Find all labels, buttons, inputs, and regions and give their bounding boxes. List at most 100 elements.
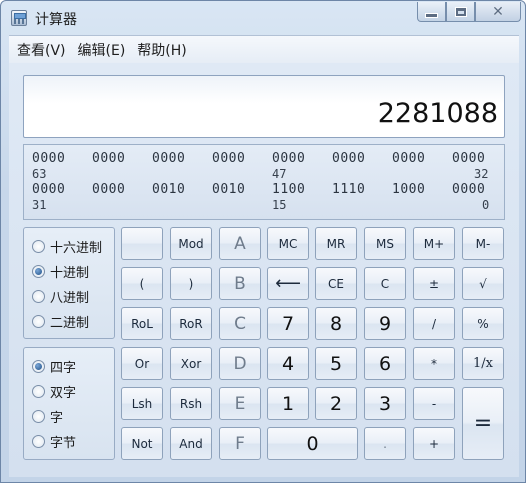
mr-button[interactable]: MR	[315, 227, 357, 260]
radio-label: 十进制	[50, 266, 90, 281]
radio-dec[interactable]: 十进制	[32, 262, 89, 281]
right-paren-button[interactable]: )	[170, 267, 212, 300]
menu-edit[interactable]: 编辑(E)	[78, 40, 126, 60]
left-paren-button[interactable]: (	[121, 267, 163, 300]
percent-button[interactable]: %	[462, 307, 504, 340]
decimal-button[interactable]: .	[364, 427, 406, 460]
digit-5-button[interactable]: 5	[315, 347, 357, 380]
radio-button-icon	[32, 290, 45, 303]
digit-2-button[interactable]: 2	[315, 387, 357, 420]
reciprocal-button[interactable]: 1/x	[462, 347, 504, 380]
hex-c-button[interactable]: C	[219, 307, 261, 340]
bit-group: 0000	[152, 151, 186, 166]
digit-9-button[interactable]: 9	[364, 307, 406, 340]
ce-button[interactable]: CE	[315, 267, 357, 300]
radio-button-icon	[32, 410, 45, 423]
mc-button[interactable]: MC	[267, 227, 309, 260]
maximize-icon	[454, 6, 467, 17]
radix-group: 十六进制 十进制 八进制 二进制	[23, 227, 115, 339]
xor-button[interactable]: Xor	[170, 347, 212, 380]
result-display: 2281088	[23, 75, 505, 138]
plus-minus-button[interactable]: ±	[413, 267, 455, 300]
add-button[interactable]: +	[413, 427, 455, 460]
digit-6-button[interactable]: 6	[364, 347, 406, 380]
ms-button[interactable]: MS	[364, 227, 406, 260]
lsh-button[interactable]: Lsh	[121, 387, 163, 420]
bit-position-label: 0	[482, 198, 490, 212]
radio-button-selected-icon	[32, 360, 45, 373]
window-title: 计算器	[35, 12, 77, 28]
minimize-icon	[425, 12, 438, 18]
blank-key	[121, 227, 163, 260]
radio-qword[interactable]: 四字	[32, 357, 76, 376]
bit-group: 0000	[92, 151, 126, 166]
hex-a-button[interactable]: A	[219, 227, 261, 260]
or-button[interactable]: Or	[121, 347, 163, 380]
clear-button[interactable]: C	[364, 267, 406, 300]
calculator-window: 计算器 ✕ 查看(V) 编辑(E) 帮助(H) 2281088 0000 000…	[0, 0, 526, 483]
radio-label: 十六进制	[50, 241, 103, 256]
multiply-button[interactable]: *	[413, 347, 455, 380]
bit-group: 0010	[152, 182, 186, 197]
radio-hex[interactable]: 十六进制	[32, 237, 102, 256]
radio-dword[interactable]: 双字	[32, 382, 76, 401]
hex-d-button[interactable]: D	[219, 347, 261, 380]
word-size-group: 四字 双字 字 字节	[23, 347, 115, 460]
divide-button[interactable]: /	[413, 307, 455, 340]
mod-button[interactable]: Mod	[170, 227, 212, 260]
close-icon: ✕	[492, 3, 504, 20]
menu-bar: 查看(V) 编辑(E) 帮助(H)	[9, 35, 519, 63]
subtract-button[interactable]: -	[413, 387, 455, 420]
bit-group: 1100	[272, 182, 306, 197]
radio-byte[interactable]: 字节	[32, 432, 76, 451]
radio-label: 四字	[50, 361, 77, 376]
digit-8-button[interactable]: 8	[315, 307, 357, 340]
hex-f-button[interactable]: F	[219, 427, 261, 460]
bit-group: 1000	[392, 182, 426, 197]
display-value: 2281088	[377, 98, 498, 129]
bit-group: 0000	[32, 151, 66, 166]
digit-0-button[interactable]: 0	[267, 427, 358, 460]
radio-button-selected-icon	[32, 265, 45, 278]
bit-group: 0000	[392, 151, 426, 166]
bit-group: 0000	[332, 151, 366, 166]
window-controls: ✕	[417, 2, 521, 22]
hex-e-button[interactable]: E	[219, 387, 261, 420]
backspace-button[interactable]: ⟵	[267, 267, 309, 300]
menu-help[interactable]: 帮助(H)	[137, 40, 186, 60]
bit-group: 1110	[332, 182, 366, 197]
and-button[interactable]: And	[170, 427, 212, 460]
radio-word[interactable]: 字	[32, 407, 63, 426]
not-button[interactable]: Not	[121, 427, 163, 460]
minimize-button[interactable]	[417, 2, 446, 22]
binary-display: 0000 0000 0000 0000 0000 0000 0000 0000 …	[23, 144, 505, 220]
digit-1-button[interactable]: 1	[267, 387, 309, 420]
calculator-app-icon	[11, 10, 27, 26]
menu-view[interactable]: 查看(V)	[17, 40, 66, 60]
calculator-body: 2281088 0000 0000 0000 0000 0000 0000 00…	[9, 63, 519, 477]
maximize-button[interactable]	[446, 2, 475, 22]
ror-button[interactable]: RoR	[170, 307, 212, 340]
backspace-arrow-icon: ⟵	[275, 273, 301, 294]
m-minus-button[interactable]: M-	[462, 227, 504, 260]
radio-button-icon	[32, 315, 45, 328]
rsh-button[interactable]: Rsh	[170, 387, 212, 420]
equals-button[interactable]: =	[462, 387, 504, 460]
bit-group: 0000	[92, 182, 126, 197]
sqrt-button[interactable]: √	[462, 267, 504, 300]
radio-bin[interactable]: 二进制	[32, 312, 89, 331]
digit-4-button[interactable]: 4	[267, 347, 309, 380]
m-plus-button[interactable]: M+	[413, 227, 455, 260]
radio-button-icon	[32, 240, 45, 253]
digit-3-button[interactable]: 3	[364, 387, 406, 420]
rol-button[interactable]: RoL	[121, 307, 163, 340]
bit-group: 0000	[32, 182, 66, 197]
digit-7-button[interactable]: 7	[267, 307, 309, 340]
bit-position-label: 32	[474, 167, 489, 181]
hex-b-button[interactable]: B	[219, 267, 261, 300]
bit-group: 0000	[272, 151, 306, 166]
close-button[interactable]: ✕	[475, 2, 521, 22]
radio-oct[interactable]: 八进制	[32, 287, 89, 306]
bit-group: 0000	[452, 182, 486, 197]
title-bar[interactable]: 计算器 ✕	[1, 1, 525, 35]
